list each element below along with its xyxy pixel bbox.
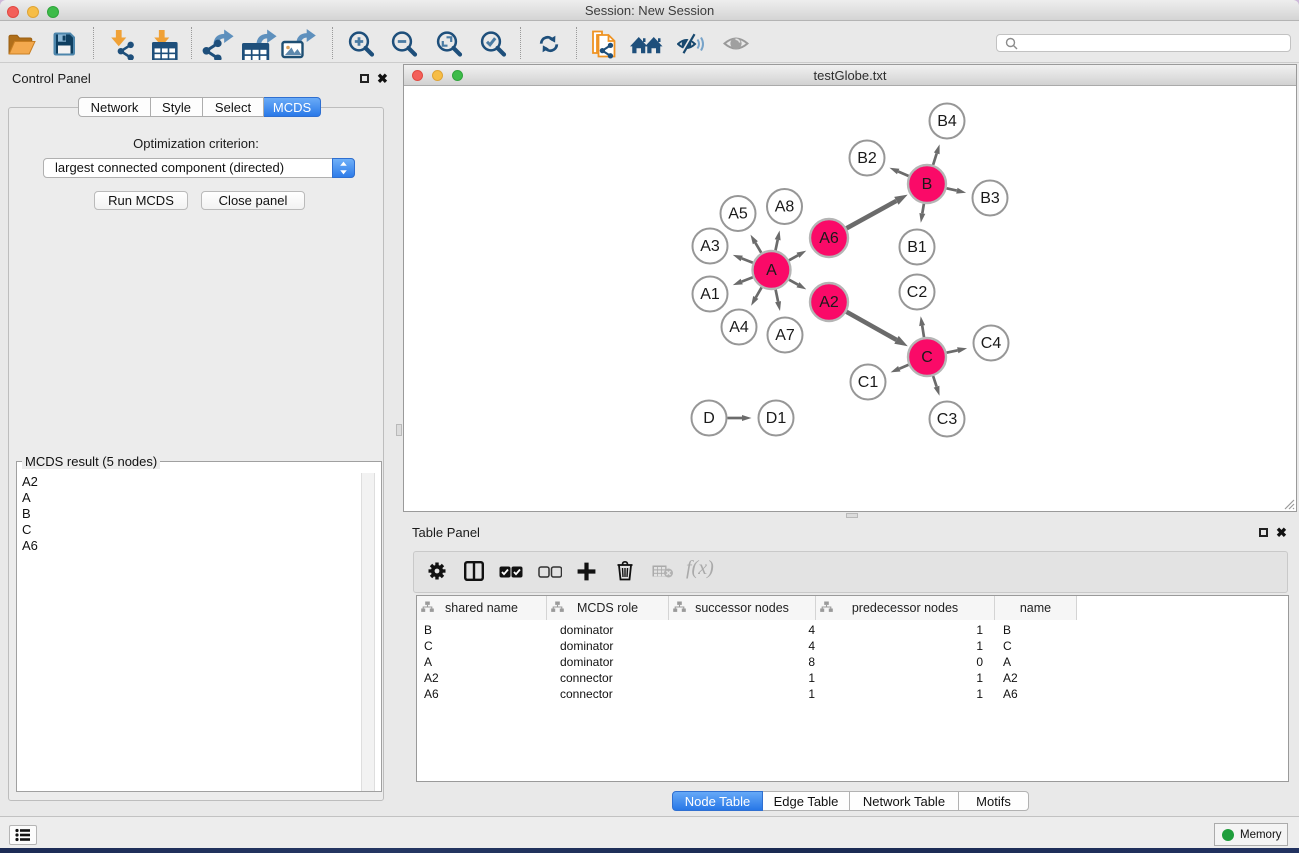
svg-text:D: D — [703, 410, 715, 427]
svg-text:A7: A7 — [775, 327, 795, 344]
svg-text:B3: B3 — [980, 190, 1000, 207]
svg-text:A: A — [766, 262, 777, 279]
svg-text:A4: A4 — [729, 319, 749, 336]
svg-text:B1: B1 — [907, 239, 927, 256]
svg-text:D1: D1 — [766, 410, 787, 427]
svg-text:B2: B2 — [857, 150, 877, 167]
svg-text:C1: C1 — [858, 374, 879, 391]
svg-text:A5: A5 — [728, 206, 748, 223]
svg-text:A6: A6 — [819, 230, 839, 247]
svg-text:C: C — [921, 349, 933, 366]
svg-text:B4: B4 — [937, 113, 957, 130]
svg-text:C4: C4 — [981, 335, 1002, 352]
svg-text:A1: A1 — [700, 286, 720, 303]
svg-text:A8: A8 — [775, 199, 795, 216]
svg-text:A3: A3 — [700, 238, 720, 255]
svg-text:B: B — [922, 176, 933, 193]
svg-text:C2: C2 — [907, 284, 928, 301]
svg-text:C3: C3 — [937, 411, 958, 428]
svg-text:A2: A2 — [819, 294, 839, 311]
